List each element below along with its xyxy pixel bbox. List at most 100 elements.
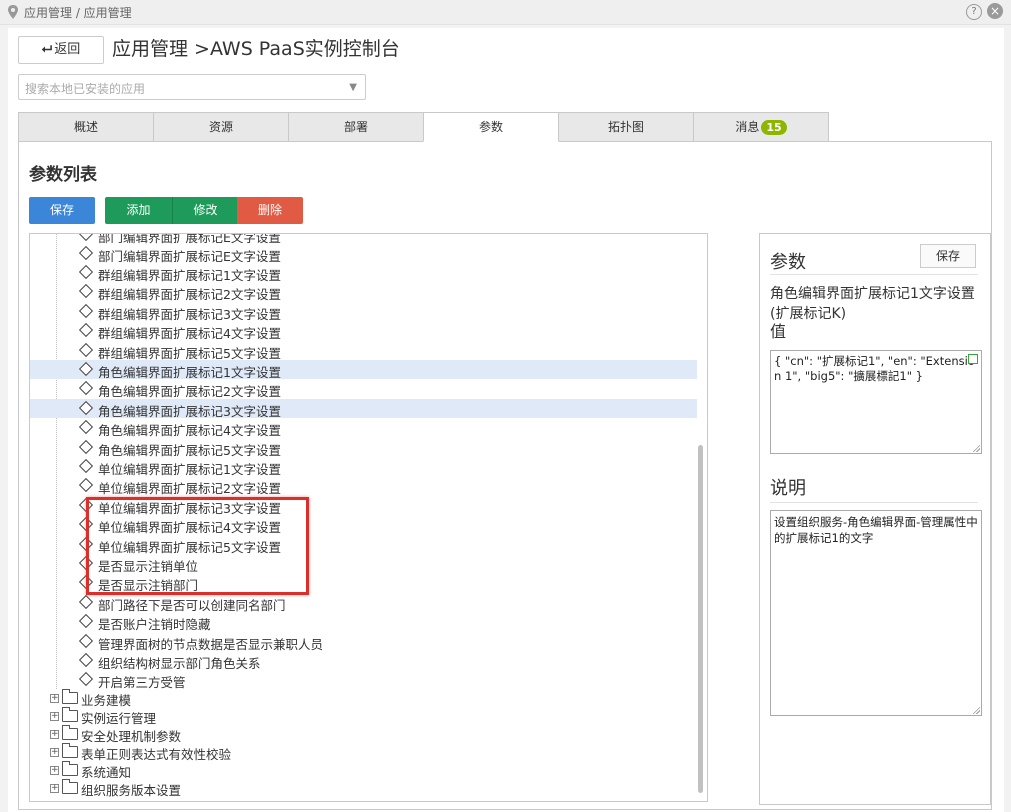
tree-item[interactable]: 是否账户注销时隐藏 [30, 612, 697, 632]
tree-item-label: 角色编辑界面扩展标记4文字设置 [98, 423, 281, 438]
param-node-icon [78, 652, 94, 668]
page-title: 应用管理 >AWS PaaS实例控制台 [112, 38, 400, 60]
save-button[interactable]: 保存 [29, 197, 95, 224]
folder-icon [62, 707, 78, 722]
expand-plus-icon[interactable]: + [50, 694, 59, 703]
expand-plus-icon[interactable]: + [50, 784, 59, 793]
tree-folder[interactable]: + 业务建模 [30, 689, 697, 708]
breadcrumb: 应用管理 / 应用管理 [24, 6, 132, 20]
tree-item-label: 群组编辑界面扩展标记4文字设置 [98, 326, 281, 341]
tree-item[interactable]: 角色编辑界面扩展标记4文字设置 [30, 418, 697, 438]
param-node-icon [78, 303, 94, 319]
tree-item[interactable]: 单位编辑界面扩展标记2文字设置 [30, 476, 697, 496]
value-label: 值 [770, 322, 787, 341]
divider [770, 274, 978, 275]
tree-scrollbar[interactable] [698, 445, 703, 793]
param-node-icon [78, 234, 94, 242]
parameter-detail-panel: 参数 保存 角色编辑界面扩展标记1文字设置(扩展标记K) 值 { "cn": "… [759, 233, 991, 805]
resize-grip-icon[interactable] [972, 444, 980, 452]
param-node-icon [78, 380, 94, 396]
tab-messages[interactable]: 消息 15 [693, 112, 829, 142]
tab-overview[interactable]: 概述 [18, 112, 154, 142]
param-node-icon [78, 361, 94, 377]
tree-item[interactable]: 群组编辑界面扩展标记5文字设置 [30, 341, 697, 361]
expand-plus-icon[interactable]: + [50, 712, 59, 721]
tree-item[interactable]: 群组编辑界面扩展标记2文字设置 [30, 282, 697, 302]
expand-icon[interactable] [968, 354, 978, 364]
help-icon[interactable]: ? [966, 4, 982, 20]
expand-plus-icon[interactable]: + [50, 730, 59, 739]
param-node-icon [78, 594, 94, 610]
param-node-icon [78, 633, 94, 649]
back-arrow-icon: ⮠ [41, 42, 53, 57]
tab-label: 拓扑图 [607, 120, 644, 134]
folder-icon [62, 725, 78, 740]
app-search-select[interactable]: 搜索本地已安装的应用 ▼ [18, 74, 366, 100]
detail-save-button[interactable]: 保存 [920, 244, 976, 268]
param-node-icon [78, 439, 94, 455]
section-title: 参数列表 [29, 165, 97, 185]
delete-button[interactable]: 删除 [237, 197, 303, 224]
tab-label: 部署 [343, 120, 368, 134]
back-button-label: 返回 [54, 42, 81, 57]
tree-item[interactable]: 部门编辑界面扩展标记E文字设置 [30, 234, 697, 245]
tab-label: 概述 [73, 120, 98, 134]
edit-button[interactable]: 修改 [172, 197, 238, 224]
expand-plus-icon[interactable]: + [50, 748, 59, 757]
parameters-panel: 参数列表 保存 添加 修改 删除 部门编辑界面扩展标记E文字设置 部门编辑界面扩… [18, 141, 992, 810]
tree-item[interactable]: 群组编辑界面扩展标记3文字设置 [30, 302, 697, 322]
tree-item[interactable]: 管理界面树的节点数据是否显示兼职人员 [30, 632, 697, 652]
add-button[interactable]: 添加 [105, 197, 172, 224]
param-node-icon [78, 400, 94, 416]
param-node-icon [78, 342, 94, 358]
parameter-name: 角色编辑界面扩展标记1文字设置(扩展标记K) [770, 286, 975, 322]
description-textarea[interactable]: 设置组织服务-角色编辑界面-管理属性中的扩展标记1的文字 [770, 510, 982, 716]
divider [770, 502, 978, 503]
top-bar: 应用管理 / 应用管理 ? × [0, 0, 1011, 25]
chevron-down-icon: ▼ [349, 82, 357, 93]
tree-item-label: 群组编辑界面扩展标记2文字设置 [98, 287, 281, 302]
param-node-icon [78, 245, 94, 261]
main-content: ⮠ 返回 应用管理 >AWS PaaS实例控制台 搜索本地已安装的应用 ▼ 概述 … [8, 28, 1004, 812]
tree-folder[interactable]: + 实例运行管理 [30, 707, 697, 726]
tab-label: 参数 [478, 120, 503, 134]
tree-item-hover[interactable]: 角色编辑界面扩展标记3文字设置 [30, 399, 697, 419]
tree-item[interactable]: 角色编辑界面扩展标记2文字设置 [30, 379, 697, 399]
resize-grip-icon[interactable] [972, 706, 980, 714]
tree-folder[interactable]: + 安全处理机制参数 [30, 725, 697, 744]
param-node-icon [78, 613, 94, 629]
tab-deploy[interactable]: 部署 [288, 112, 424, 142]
tree-item-selected[interactable]: 角色编辑界面扩展标记1文字设置 [30, 360, 697, 380]
value-textarea[interactable]: { "cn": "扩展标记1", "en": "Extension 1", "b… [770, 350, 982, 454]
tab-resources[interactable]: 资源 [153, 112, 289, 142]
tree-item[interactable]: 开启第三方受管 [30, 670, 697, 690]
folder-icon [62, 779, 78, 794]
tab-parameters[interactable]: 参数 [423, 112, 559, 142]
back-button[interactable]: ⮠ 返回 [18, 36, 104, 64]
description-label: 说明 [770, 478, 806, 499]
param-node-icon [78, 322, 94, 338]
description-text: 设置组织服务-角色编辑界面-管理属性中的扩展标记1的文字 [774, 515, 978, 545]
tree-folder[interactable]: + 系统通知 [30, 761, 697, 780]
tree-item[interactable]: 单位编辑界面扩展标记1文字设置 [30, 457, 697, 477]
tree-item[interactable]: 部门编辑界面扩展标记E文字设置 [30, 244, 697, 264]
tree-folder[interactable]: + 表单正则表达式有效性校验 [30, 743, 697, 762]
tree-item[interactable]: 部门路径下是否可以创建同名部门 [30, 593, 697, 613]
message-count-badge: 15 [761, 120, 787, 135]
value-text: { "cn": "扩展标记1", "en": "Extension 1", "b… [774, 354, 975, 383]
tree-item[interactable]: 角色编辑界面扩展标记5文字设置 [30, 438, 697, 458]
folder-icon [62, 743, 78, 758]
param-node-icon [78, 419, 94, 435]
tab-topology[interactable]: 拓扑图 [558, 112, 694, 142]
expand-plus-icon[interactable]: + [50, 766, 59, 775]
tree-item[interactable]: 组织结构树显示部门角色关系 [30, 651, 697, 671]
tab-label: 消息 [735, 120, 760, 134]
param-node-icon [78, 283, 94, 299]
tree-item[interactable]: 群组编辑界面扩展标记1文字设置 [30, 263, 697, 283]
tree-item[interactable]: 群组编辑界面扩展标记4文字设置 [30, 321, 697, 341]
tree-item-label: 单位编辑界面扩展标记2文字设置 [98, 481, 281, 496]
close-icon[interactable]: × [987, 3, 1003, 19]
tree-folder[interactable]: + 组织服务版本设置 [30, 779, 697, 798]
detail-title: 参数 [770, 252, 806, 273]
param-node-icon [78, 671, 94, 687]
